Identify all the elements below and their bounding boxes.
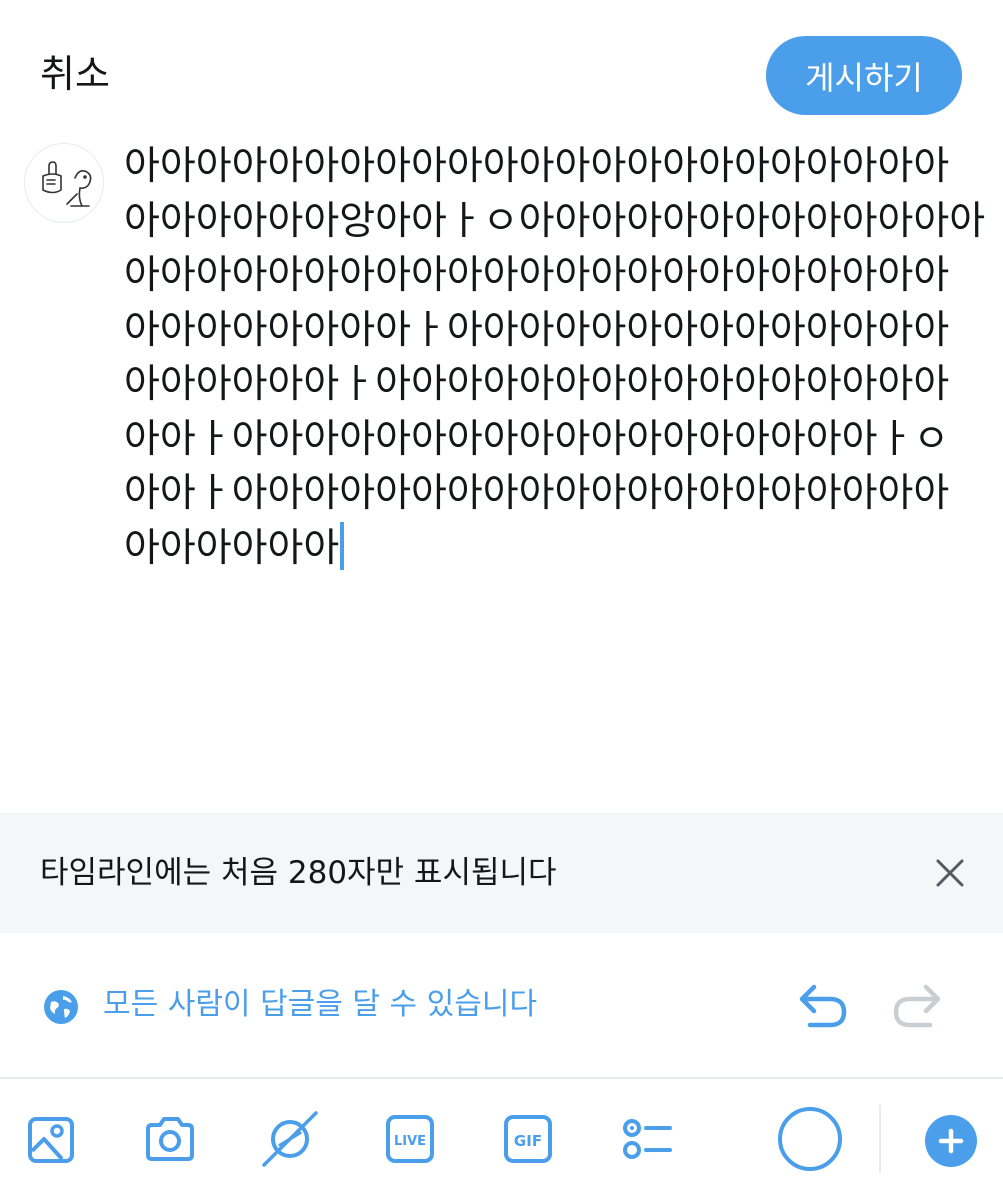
compose-last-line: 아아아아아아: [124, 522, 964, 577]
add-tweet-button[interactable]: [925, 1115, 977, 1167]
compose-line: 아아아아아아: [124, 525, 340, 571]
avatar[interactable]: [24, 143, 104, 223]
compose-line: 아아아아아아ㅏ아아아아아아아아아아아아아아아아: [124, 362, 950, 407]
globe-icon[interactable]: [43, 989, 79, 1025]
compose-line: 아아아아아아아아아아아아아아아아아아아아아아아: [124, 144, 950, 189]
image-icon[interactable]: [24, 1111, 80, 1167]
tweet-compose-textarea[interactable]: 아아아아아아아아아아아아아아아아아아아아아아아 아아아아아아앙아아ㅏㅇ아아아아아…: [124, 140, 986, 577]
poll-icon[interactable]: [618, 1111, 674, 1167]
compose-line: 아아ㅏ아아아아아아아아아아아아아아아아아아ㅏㅇ: [124, 416, 950, 462]
reply-permission-label[interactable]: 모든 사람이 답글을 달 수 있습니다: [103, 983, 537, 1027]
sparkle-icon[interactable]: [262, 1111, 318, 1167]
close-icon[interactable]: [930, 853, 970, 893]
plus-icon: [938, 1128, 964, 1154]
text-caret: [340, 522, 345, 570]
camera-icon[interactable]: [142, 1111, 198, 1167]
cancel-button[interactable]: 취소: [40, 50, 110, 98]
compose-line: 아아ㅏ아아아아아아아아아아아아아아아아아아아아: [124, 471, 950, 516]
gif-icon-label: GIF: [514, 1132, 542, 1150]
gif-icon[interactable]: GIF: [500, 1111, 556, 1167]
notice-text: 타임라인에는 처음 280자만 표시됩니다: [40, 855, 557, 891]
character-limit-notice: 타임라인에는 처음 280자만 표시됩니다: [0, 813, 1003, 933]
toolbar-vertical-divider: [879, 1105, 881, 1173]
compose-line: 아아아아아아앙아아ㅏㅇ아아아아아아아아아아아아아: [124, 198, 986, 244]
live-icon-label: LIVE: [394, 1134, 426, 1149]
compose-line: 아아아아아아아아ㅏ아아아아아아아아아아아아아아: [124, 307, 950, 353]
avatar-drawing: [42, 161, 92, 207]
compose-line: 아아아아아아아아아아아아아아아아아아아아아아아: [124, 253, 950, 298]
character-count-ring: [778, 1107, 842, 1171]
undo-icon[interactable]: [790, 979, 850, 1031]
live-icon[interactable]: LIVE: [382, 1111, 438, 1167]
redo-icon: [890, 979, 950, 1031]
reply-settings-row: 모든 사람이 답글을 달 수 있습니다: [0, 965, 1003, 1045]
post-button[interactable]: 게시하기: [766, 36, 962, 115]
compose-toolbar: LIVE GIF: [0, 1079, 1003, 1200]
